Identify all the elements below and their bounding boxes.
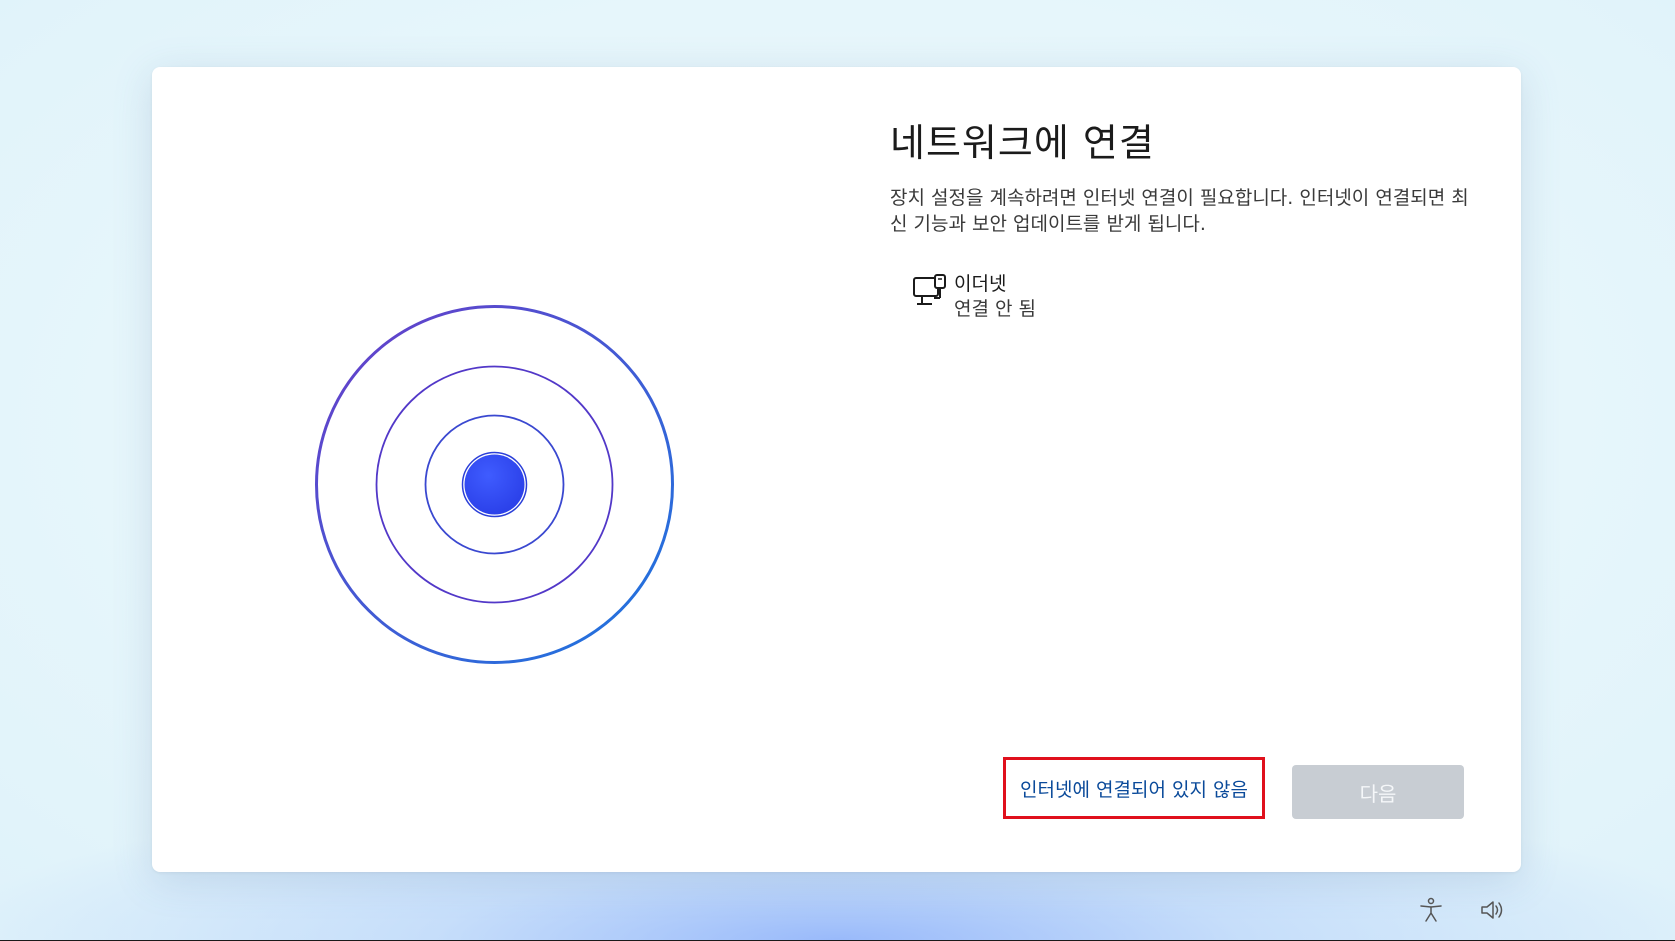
volume-icon[interactable]: [1478, 896, 1506, 924]
wired-network-icon: [913, 274, 946, 305]
network-search-illustration: [315, 305, 674, 664]
page-title: 네트워크에 연결: [890, 121, 1155, 165]
network-status: 연결 안 됨: [954, 298, 1036, 320]
network-name: 이더넷: [954, 273, 1007, 295]
center-dot: [464, 454, 525, 515]
accessibility-icon[interactable]: [1417, 896, 1445, 924]
page-description: 장치 설정을 계속하려면 인터넷 연결이 필요합니다. 인터넷이 연결되면 최신…: [890, 187, 1469, 235]
oobe-dialog: 네트워크에 연결 장치 설정을 계속하려면 인터넷 연결이 필요합니다. 인터넷…: [152, 67, 1521, 872]
network-item-ethernet[interactable]: 이더넷 연결 안 됨: [912, 269, 1172, 325]
next-button[interactable]: 다음: [1292, 765, 1464, 819]
no-internet-link[interactable]: 인터넷에 연결되어 있지 않음: [1003, 757, 1265, 819]
